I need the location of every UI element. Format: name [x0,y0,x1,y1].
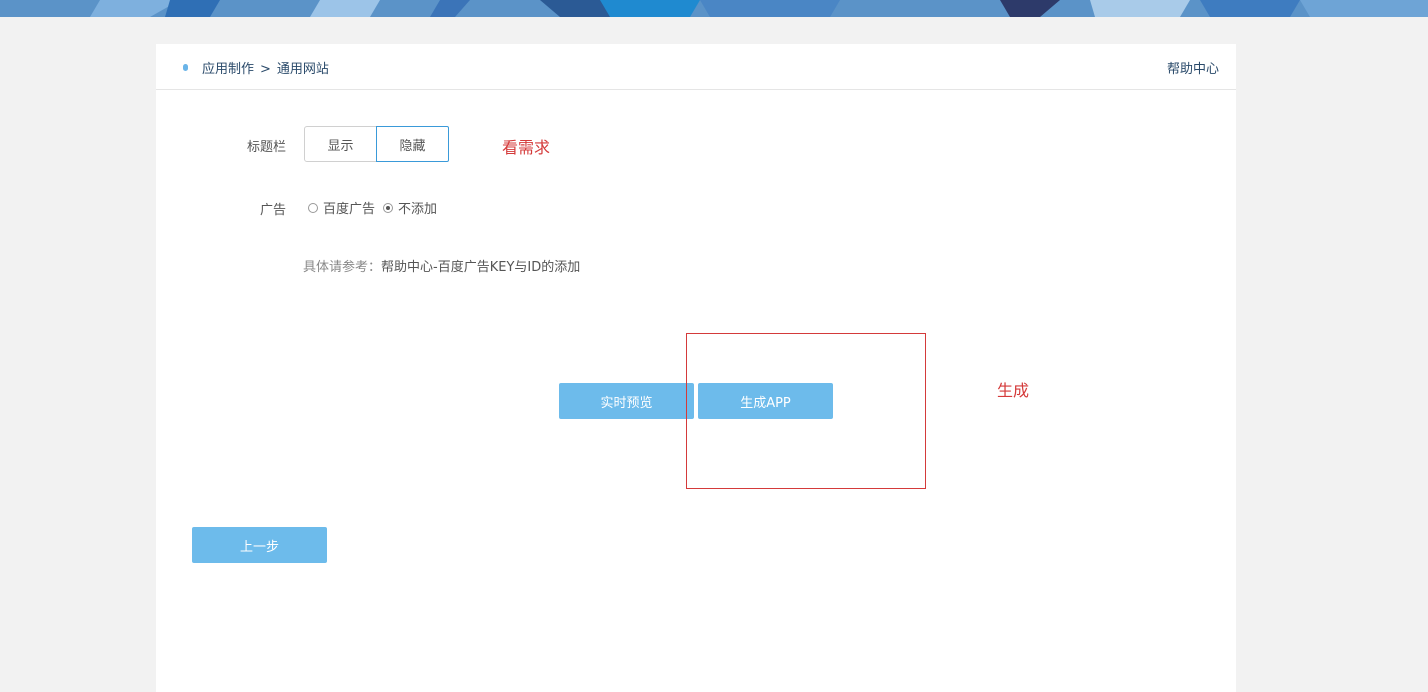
radio-checked-icon[interactable] [383,202,394,213]
radio-unchecked-icon[interactable] [308,202,318,213]
annotation-note-needs: 看需求 [502,138,551,157]
help-center-link[interactable]: 帮助中心 [1167,58,1219,77]
annotation-highlight-box [686,333,926,489]
ads-option-none-label: 不添加 [398,202,438,217]
ads-option-baidu-label: 百度广告 [323,202,376,217]
title-bar-toggle: 显示 隐藏 [304,126,449,164]
ads-radio-group: 百度广告 不添加 [308,198,445,217]
preview-button[interactable]: 实时预览 [559,383,694,419]
breadcrumb-separator: > [260,62,271,77]
previous-step-button[interactable]: 上一步 [192,527,327,563]
banner-decoration [0,0,1428,17]
annotation-note-generate: 生成 [997,381,1030,400]
hint-help-link[interactable]: 帮助中心-百度广告KEY与ID的添加 [381,260,580,275]
top-banner [0,0,1428,17]
ads-option-none[interactable]: 不添加 [383,198,437,217]
main-card: 应用制作 > 通用网站 帮助中心 标题栏 显示 隐藏 看需求 广告 百度广告 不添加… [156,44,1236,692]
bullet-dot-icon [183,64,188,71]
hint-prefix: 具体请参考： [303,260,382,275]
ads-option-baidu[interactable]: 百度广告 [308,198,375,217]
title-bar-hide-button[interactable]: 隐藏 [376,126,449,162]
ads-hint: 具体请参考：帮助中心-百度广告KEY与ID的添加 [303,256,580,275]
ads-label: 广告 [259,203,286,218]
breadcrumb-item-app-make[interactable]: 应用制作 [202,62,254,77]
title-bar-show-button[interactable]: 显示 [304,126,377,162]
title-bar-label: 标题栏 [246,140,286,155]
card-header: 应用制作 > 通用网站 帮助中心 [156,44,1236,90]
breadcrumb-item-general-site[interactable]: 通用网站 [277,62,329,77]
breadcrumb: 应用制作 > 通用网站 [202,58,329,77]
